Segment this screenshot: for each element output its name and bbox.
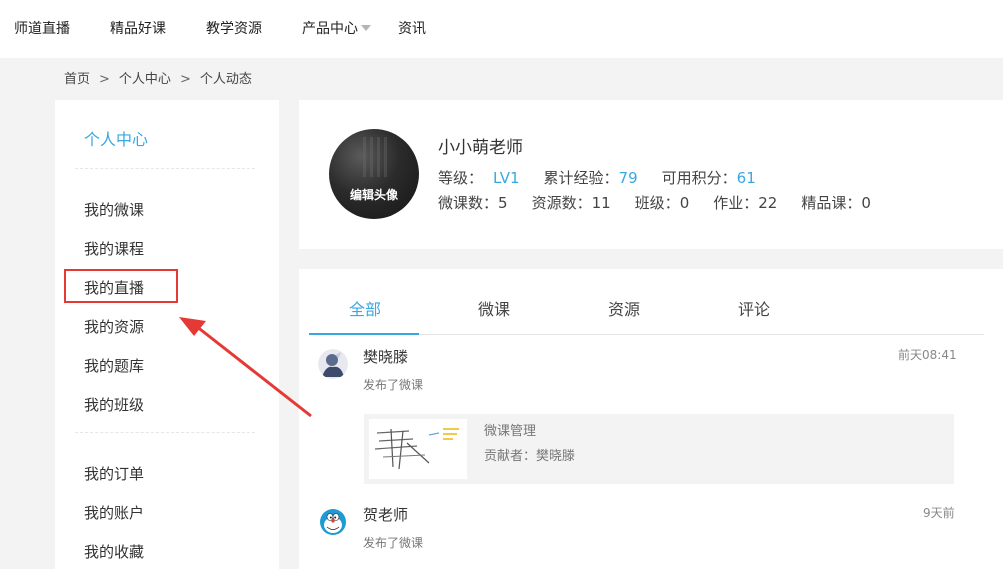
breadcrumb: 首页 > 个人中心 > 个人动态: [64, 71, 252, 89]
sidebar-item-my-resources[interactable]: 我的资源: [84, 317, 144, 337]
nav-products[interactable]: 产品中心: [302, 19, 371, 39]
homework-label: 作业：: [713, 194, 759, 212]
active-tab-indicator: [309, 333, 419, 335]
premium-label: 精品课：: [801, 194, 862, 212]
feed-username[interactable]: 樊晓滕: [363, 347, 408, 367]
feed-time: 9天前: [923, 506, 955, 520]
sidebar-item-my-favorites[interactable]: 我的收藏: [84, 542, 144, 562]
sidebar-title[interactable]: 个人中心: [84, 130, 148, 150]
sidebar-item-my-classes[interactable]: 我的班级: [84, 395, 144, 415]
tab-resources[interactable]: 资源: [608, 299, 640, 321]
profile-name: 小小萌老师: [438, 138, 523, 158]
user-avatar-icon: [318, 349, 348, 379]
feed-action: 发布了微课: [363, 378, 424, 392]
sidebar: 个人中心 我的微课 我的课程 我的直播 我的资源 我的题库 我的班级 我的订单 …: [55, 100, 279, 569]
class-value: 0: [679, 194, 690, 212]
nav-teaching-resources[interactable]: 教学资源: [206, 19, 262, 39]
avatar[interactable]: [318, 349, 348, 379]
card-thumbnail: [369, 419, 467, 479]
avatar[interactable]: [318, 507, 348, 537]
highlight-box: [64, 269, 178, 303]
feed-action: 发布了微课: [363, 536, 424, 550]
microcourse-label: 微课数：: [438, 194, 499, 212]
profile-stats-row-2: 微课数：5 资源数：11 班级：0 作业：22 精品课：0: [438, 193, 871, 213]
points-label: 可用积分：: [661, 169, 737, 187]
tab-comments[interactable]: 评论: [738, 299, 770, 321]
sidebar-item-my-account[interactable]: 我的账户: [84, 503, 144, 523]
top-navigation: 师道直播 精品好课 教学资源 产品中心 资讯: [0, 0, 1003, 58]
chevron-down-icon: [361, 25, 371, 31]
nav-news[interactable]: 资讯: [398, 19, 426, 39]
breadcrumb-separator: >: [179, 72, 191, 87]
card-title[interactable]: 微课管理: [484, 423, 536, 441]
sidebar-divider: [75, 432, 255, 433]
profile-stats-row-1: 等级： LV1 累计经验：79 可用积分：61: [438, 168, 756, 188]
avatar-photo: [363, 137, 389, 177]
breadcrumb-current: 个人动态: [199, 72, 252, 87]
exp-label: 累计经验：: [543, 169, 619, 187]
feed-time: 前天08:41: [898, 348, 957, 362]
points-value: 61: [736, 169, 756, 187]
avatar[interactable]: 编辑头像: [329, 129, 419, 219]
sidebar-item-my-courses[interactable]: 我的课程: [84, 239, 144, 259]
nav-products-label: 产品中心: [302, 21, 358, 37]
level-value: LV1: [493, 169, 520, 187]
microcourse-value: 5: [498, 194, 508, 212]
resource-label: 资源数：: [531, 194, 592, 212]
level-label: 等级：: [438, 169, 484, 187]
nav-live[interactable]: 师道直播: [14, 19, 70, 39]
breadcrumb-personal-center[interactable]: 个人中心: [119, 72, 171, 87]
sidebar-item-my-microcourses[interactable]: 我的微课: [84, 200, 144, 220]
sidebar-item-my-orders[interactable]: 我的订单: [84, 464, 144, 484]
feed-card[interactable]: 微课管理 贡献者：樊晓滕: [364, 414, 954, 484]
sketch-thumbnail-icon: [374, 428, 459, 470]
class-label: 班级：: [634, 194, 680, 212]
tab-all[interactable]: 全部: [349, 299, 381, 321]
homework-value: 22: [758, 194, 778, 212]
activity-feed: 全部 微课 资源 评论 樊晓滕 前天08:41 发布了微课 微课管理 贡献者：樊…: [299, 269, 1003, 569]
breadcrumb-home[interactable]: 首页: [64, 72, 90, 87]
card-author: 贡献者：樊晓滕: [484, 449, 576, 464]
resource-value: 11: [591, 194, 611, 212]
profile-card: 编辑头像 小小萌老师 等级： LV1 累计经验：79 可用积分：61 微课数：5 资源数…: [299, 100, 1003, 249]
feed-username[interactable]: 贺老师: [363, 505, 408, 525]
premium-value: 0: [861, 194, 871, 212]
exp-value: 79: [618, 169, 638, 187]
sidebar-item-my-question-bank[interactable]: 我的题库: [84, 356, 144, 376]
sidebar-divider: [75, 168, 255, 169]
tab-microcourses[interactable]: 微课: [478, 299, 510, 321]
breadcrumb-separator: >: [99, 72, 110, 87]
nav-premium-courses[interactable]: 精品好课: [110, 19, 166, 39]
doraemon-avatar-icon: [318, 507, 348, 537]
edit-avatar-button[interactable]: 编辑头像: [329, 187, 419, 203]
